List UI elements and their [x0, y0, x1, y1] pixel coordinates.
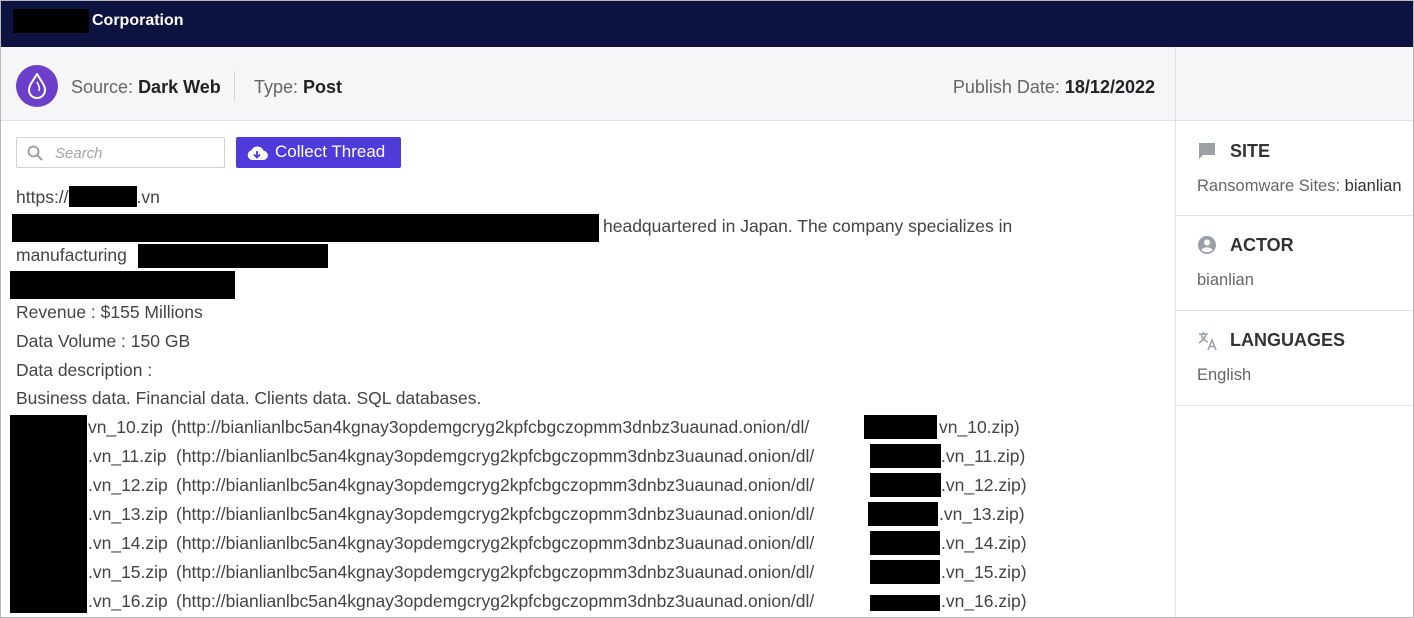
file-link[interactable]: (http://bianlianlbc5an4kgnay3opdemgcryg2… — [176, 445, 814, 467]
search-input[interactable] — [55, 143, 215, 163]
redacted-block — [870, 531, 940, 555]
site-name[interactable]: bianlian — [1345, 177, 1402, 195]
file-name: .vn_15.zip — [88, 562, 168, 582]
source-value: Dark Web — [138, 77, 221, 97]
redacted-block — [864, 415, 937, 439]
source-logo — [16, 65, 58, 107]
redacted-block — [138, 244, 328, 268]
languages-heading: LANGUAGES — [1230, 330, 1346, 350]
type-value: Post — [303, 77, 343, 97]
file-link-suffix: .vn_11.zip) — [941, 446, 1026, 466]
source-label: Source: — [71, 77, 134, 97]
site-value: Ransomware Sites: bianlian — [1197, 177, 1402, 196]
site-heading: SITE — [1230, 141, 1271, 161]
redacted-block — [13, 9, 89, 33]
file-link[interactable]: (http://bianlianlbc5an4kgnay3opdemgcryg2… — [176, 590, 814, 612]
languages-value: English — [1197, 366, 1252, 384]
search-box[interactable] — [16, 137, 225, 168]
page-title: Corporation — [92, 12, 184, 29]
file-link-suffix: vn_10.zip) — [939, 417, 1020, 437]
redacted-block — [870, 595, 940, 611]
redacted-block — [10, 415, 87, 613]
file-link-suffix: .vn_15.zip) — [941, 562, 1027, 582]
type-field: Type: Post — [254, 77, 342, 98]
file-name: .vn_16.zip — [88, 591, 168, 611]
cloud-download-icon — [247, 146, 268, 161]
account-icon — [1198, 236, 1216, 254]
post-description-label: Data description : — [16, 360, 153, 380]
search-icon — [27, 145, 43, 161]
drop-icon — [27, 73, 47, 99]
type-label: Type: — [254, 77, 299, 97]
chat-icon — [1199, 143, 1215, 159]
translate-icon — [1198, 332, 1217, 351]
file-link[interactable]: (http://bianlianlbc5an4kgnay3opdemgcryg2… — [171, 416, 809, 438]
post-meta-bar: Source: Dark Web Type: Post Publish Date… — [1, 47, 1175, 121]
file-name: .vn_12.zip — [88, 475, 168, 495]
site-label: Ransomware Sites: — [1197, 177, 1341, 195]
meta-bar-right — [1175, 47, 1413, 121]
site-section: SITE Ransomware Sites: bianlian — [1176, 121, 1413, 216]
collect-thread-button[interactable]: Collect Thread — [236, 137, 401, 168]
actor-heading: ACTOR — [1230, 235, 1294, 255]
redacted-block — [870, 473, 941, 497]
file-link-suffix: .vn_13.zip) — [939, 504, 1025, 524]
actor-value[interactable]: bianlian — [1197, 271, 1254, 290]
url-prefix: https:// — [16, 187, 69, 207]
post-viewer: Corporation Source: Dark Web Type: Post … — [0, 0, 1414, 618]
post-description-value: Business data. Financial data. Clients d… — [16, 388, 482, 408]
file-name: .vn_11.zip — [88, 446, 167, 466]
publish-date-label: Publish Date: — [952, 77, 1060, 97]
redacted-block — [870, 560, 940, 584]
info-sidebar: SITE Ransomware Sites: bianlian ACTOR bi… — [1175, 121, 1413, 617]
redacted-block — [10, 271, 235, 299]
redacted-block — [68, 186, 137, 207]
publish-date-value: 18/12/2022 — [1064, 77, 1155, 97]
file-link[interactable]: (http://bianlianlbc5an4kgnay3opdemgcryg2… — [176, 474, 814, 496]
post-url: https:// .vn — [16, 186, 160, 208]
file-name: .vn_13.zip — [88, 504, 168, 524]
source-field: Source: Dark Web — [71, 77, 221, 98]
post-revenue: Revenue : $155 Millions — [16, 302, 203, 322]
redacted-block — [870, 444, 941, 468]
top-bar: Corporation — [1, 1, 1413, 47]
languages-section: LANGUAGES English — [1176, 311, 1413, 406]
post-intro-text: headquartered in Japan. The company spec… — [603, 216, 1013, 236]
file-link[interactable]: (http://bianlianlbc5an4kgnay3opdemgcryg2… — [176, 503, 814, 525]
post-data-volume: Data Volume : 150 GB — [16, 331, 191, 351]
collect-thread-label: Collect Thread — [275, 142, 386, 161]
file-link-suffix: .vn_16.zip) — [941, 591, 1027, 611]
actor-section: ACTOR bianlian — [1176, 216, 1413, 311]
post-manufacturing-text: manufacturing — [16, 245, 127, 265]
file-link-suffix: .vn_14.zip) — [941, 533, 1027, 553]
file-link-suffix: .vn_12.zip) — [941, 475, 1027, 495]
redacted-block — [12, 214, 599, 242]
publish-date-field: Publish Date: 18/12/2022 — [953, 77, 1155, 98]
meta-divider — [234, 71, 235, 101]
file-link[interactable]: (http://bianlianlbc5an4kgnay3opdemgcryg2… — [176, 561, 814, 583]
redacted-block — [868, 502, 938, 526]
file-name: vn_10.zip — [88, 417, 163, 437]
file-link[interactable]: (http://bianlianlbc5an4kgnay3opdemgcryg2… — [176, 532, 814, 554]
file-name: .vn_14.zip — [88, 533, 168, 553]
url-suffix: .vn — [136, 187, 160, 207]
